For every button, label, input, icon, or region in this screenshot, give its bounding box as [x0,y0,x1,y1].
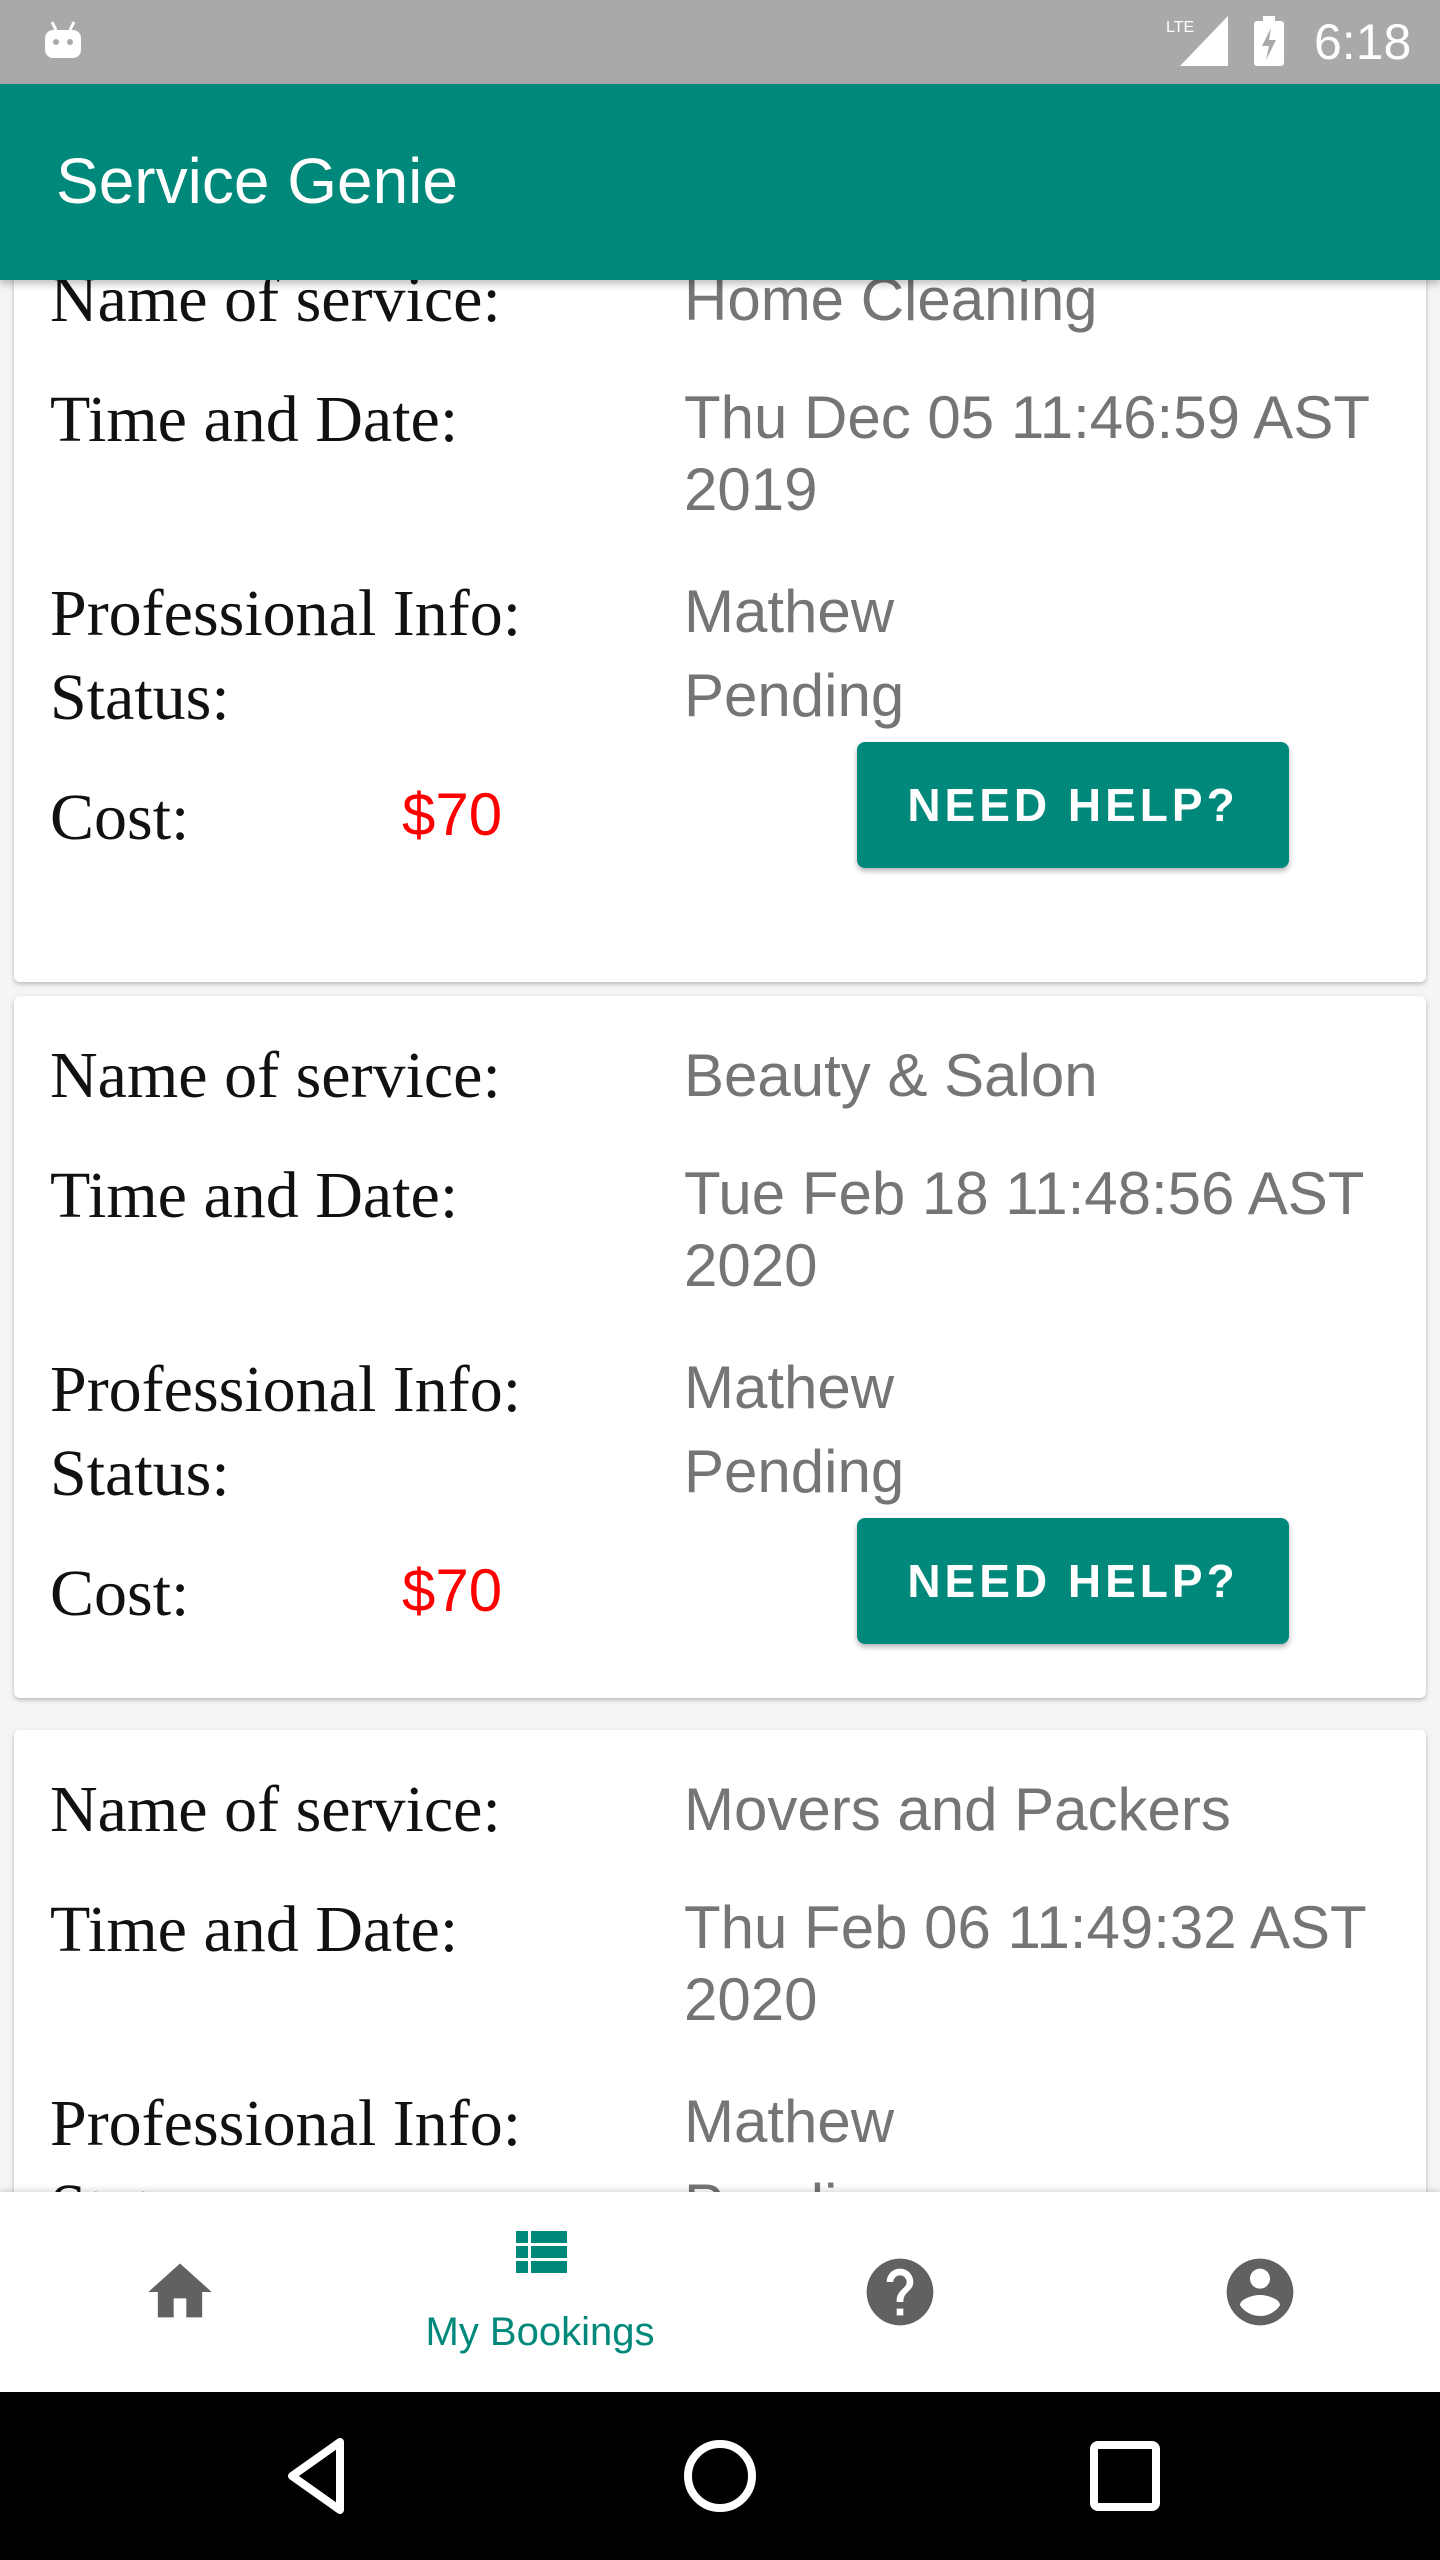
nav-my-bookings[interactable]: My Bookings [360,2192,720,2392]
professional-value: Mathew [684,2088,895,2155]
professional-label: Professional Info: [50,2087,522,2160]
home-icon [148,2263,212,2318]
booking-card: Name of service: Movers and Packers Time… [14,1730,1426,2192]
cost-value: $70 [402,781,503,848]
nav-home[interactable] [0,2192,360,2392]
android-icon [45,21,81,58]
service-value: Beauty & Salon [684,1042,1098,1109]
cost-label: Cost: [50,1557,190,1630]
bottom-navigation: My Bookings [0,2192,1440,2392]
svg-text:LTE: LTE [1166,19,1194,36]
home-circle-icon[interactable] [680,2436,760,2516]
time-value: Thu Feb 06 11:49:32 AST 2020 [684,1894,1366,2033]
system-navigation-bar [0,2392,1440,2560]
recents-icon[interactable] [1090,2441,1160,2511]
need-help-button[interactable]: NEED HELP? [857,742,1289,868]
account-icon [1226,2258,1294,2326]
status-label: Status: [50,1437,230,1510]
help-icon [866,2258,934,2326]
status-label: Status: [50,661,230,734]
time-label: Time and Date: [50,1159,459,1232]
time-label: Time and Date: [50,383,459,456]
professional-label: Professional Info: [50,577,522,650]
nav-label-my-bookings: My Bookings [425,2310,655,2354]
clock: 6:18 [1314,14,1412,70]
app-title: Service Genie [56,145,458,217]
time-label: Time and Date: [50,1893,459,1966]
booking-card: Name of service: Home Cleaning Time and … [14,280,1426,982]
service-value: Movers and Packers [684,1776,1231,1843]
cost-value: $70 [402,1557,503,1624]
status-bar: LTE 6:18 [0,0,1440,84]
professional-value: Mathew [684,1354,895,1421]
status-value: Pending [684,2170,1414,2192]
service-label: Name of service: [50,280,501,336]
cost-label: Cost: [50,781,190,854]
back-icon[interactable] [284,2436,348,2516]
time-value: Tue Feb 18 11:48:56 AST 2020 [684,1160,1364,1299]
service-label: Name of service: [50,1039,501,1112]
professional-label: Professional Info: [50,1353,522,1426]
bookings-list[interactable]: Name of service: Home Cleaning Time and … [0,280,1440,2192]
signal-icon: LTE [1166,16,1228,66]
need-help-button[interactable]: NEED HELP? [857,1518,1289,1644]
booking-card: Name of service: Beauty & Salon Time and… [14,996,1426,1698]
time-value: Thu Dec 05 11:46:59 AST 2019 [684,384,1369,523]
battery-icon [1254,16,1284,66]
service-label: Name of service: [50,1773,501,1846]
nav-help[interactable] [720,2192,1080,2392]
status-value: Pending [684,1438,905,1505]
list-icon [516,2231,567,2273]
professional-value: Mathew [684,578,895,645]
nav-account[interactable] [1080,2192,1440,2392]
status-label: Status: [50,2170,230,2192]
app-bar: Service Genie [0,84,1440,280]
service-value: Home Cleaning [684,280,1098,333]
status-value: Pending [684,662,905,729]
